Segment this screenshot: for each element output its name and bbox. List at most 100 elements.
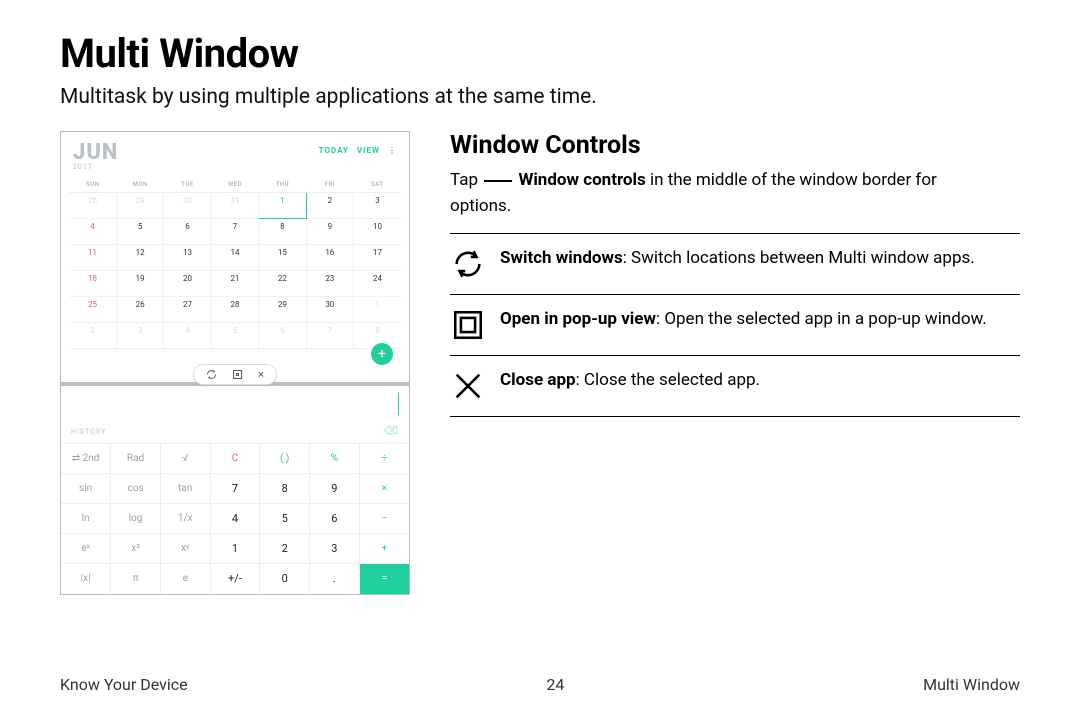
- keypad-key[interactable]: cos: [111, 474, 161, 504]
- keypad-key[interactable]: ⇄ 2nd: [61, 444, 111, 474]
- calendar-day[interactable]: 5: [116, 219, 163, 245]
- switch-windows-icon[interactable]: [206, 369, 217, 380]
- day-header: TUE: [164, 177, 211, 193]
- day-header: FRI: [306, 177, 353, 193]
- footer-right: Multi Window: [923, 675, 1020, 694]
- display-cursor: [398, 393, 399, 415]
- calendar-day[interactable]: 4: [164, 323, 211, 349]
- keypad-key[interactable]: π: [111, 564, 161, 594]
- calendar-day[interactable]: 3: [116, 323, 163, 349]
- keypad-key[interactable]: 7: [210, 474, 260, 504]
- keypad-key[interactable]: 1/x: [160, 504, 210, 534]
- keypad-key[interactable]: %: [310, 444, 360, 474]
- calendar-day[interactable]: 17: [354, 245, 401, 271]
- calendar-day[interactable]: 14: [211, 245, 258, 271]
- calendar-day[interactable]: 18: [69, 271, 116, 297]
- close-icon: [450, 368, 486, 404]
- keypad-key[interactable]: 9: [310, 474, 360, 504]
- calendar-day[interactable]: 28: [211, 297, 258, 323]
- calendar-day[interactable]: 5: [211, 323, 258, 349]
- calendar-day[interactable]: 19: [116, 271, 163, 297]
- add-event-fab[interactable]: +: [371, 343, 393, 365]
- section-heading: Window Controls: [450, 131, 1020, 160]
- calendar-day[interactable]: 28: [69, 193, 116, 219]
- calendar-month: JUN: [73, 140, 118, 165]
- calendar-day[interactable]: 26: [116, 297, 163, 323]
- calendar-day[interactable]: 30: [306, 297, 353, 323]
- keypad-key[interactable]: =: [359, 564, 409, 594]
- calendar-day[interactable]: 24: [354, 271, 401, 297]
- keypad-key[interactable]: +/-: [210, 564, 260, 594]
- calendar-today-button[interactable]: TODAY: [319, 146, 349, 155]
- keypad-key[interactable]: C: [210, 444, 260, 474]
- keypad-key[interactable]: 6: [310, 504, 360, 534]
- calendar-day[interactable]: 16: [306, 245, 353, 271]
- keypad-key[interactable]: ×: [359, 474, 409, 504]
- page-title: Multi Window: [60, 30, 1020, 77]
- day-header: WED: [211, 177, 258, 193]
- keypad-key[interactable]: 4: [210, 504, 260, 534]
- calculator-display[interactable]: [61, 386, 409, 422]
- calendar-day[interactable]: 3: [354, 193, 401, 219]
- keypad-key[interactable]: 0: [260, 564, 310, 594]
- calendar-day[interactable]: 25: [69, 297, 116, 323]
- keypad-key[interactable]: ( ): [260, 444, 310, 474]
- keypad-key[interactable]: ÷: [359, 444, 409, 474]
- history-label[interactable]: HISTORY: [71, 428, 106, 436]
- calendar-day[interactable]: 27: [164, 297, 211, 323]
- switch-icon: [450, 246, 486, 282]
- calendar-day[interactable]: 6: [259, 323, 306, 349]
- popup-view-icon[interactable]: [233, 370, 242, 379]
- keypad-key[interactable]: log: [111, 504, 161, 534]
- keypad-key[interactable]: .: [310, 564, 360, 594]
- keypad-key[interactable]: +: [359, 534, 409, 564]
- calendar-day[interactable]: 1: [259, 193, 306, 219]
- keypad-key[interactable]: 1: [210, 534, 260, 564]
- window-controls-pill[interactable]: ×: [193, 364, 277, 385]
- calendar-view-button[interactable]: VIEW: [357, 146, 380, 155]
- calendar-day[interactable]: 2: [69, 323, 116, 349]
- keypad-key[interactable]: xʸ: [160, 534, 210, 564]
- keypad-key[interactable]: x²: [111, 534, 161, 564]
- keypad-key[interactable]: e: [160, 564, 210, 594]
- calendar-day[interactable]: 23: [306, 271, 353, 297]
- calendar-day[interactable]: 20: [164, 271, 211, 297]
- keypad-key[interactable]: 8: [260, 474, 310, 504]
- keypad-key[interactable]: √: [160, 444, 210, 474]
- keypad-key[interactable]: 3: [310, 534, 360, 564]
- calendar-day[interactable]: 15: [259, 245, 306, 271]
- keypad-key[interactable]: 2: [260, 534, 310, 564]
- calendar-day[interactable]: 7: [306, 323, 353, 349]
- calendar-day[interactable]: 22: [259, 271, 306, 297]
- calendar-day[interactable]: 7: [211, 219, 258, 245]
- calendar-day[interactable]: 11: [69, 245, 116, 271]
- keypad-key[interactable]: 5: [260, 504, 310, 534]
- keypad-key[interactable]: ln: [61, 504, 111, 534]
- calendar-day[interactable]: 29: [259, 297, 306, 323]
- keypad-key[interactable]: |x|: [61, 564, 111, 594]
- calendar-day[interactable]: 21: [211, 271, 258, 297]
- window-divider[interactable]: ×: [61, 382, 409, 386]
- keypad-key[interactable]: eˣ: [61, 534, 111, 564]
- calendar-day[interactable]: 4: [69, 219, 116, 245]
- calendar-day[interactable]: 9: [306, 219, 353, 245]
- calendar-day[interactable]: 30: [164, 193, 211, 219]
- calendar-day[interactable]: 12: [116, 245, 163, 271]
- keypad-key[interactable]: tan: [160, 474, 210, 504]
- calendar-day[interactable]: 8: [259, 219, 306, 245]
- more-icon[interactable]: ⋮: [388, 146, 397, 155]
- feature-row: Close app: Close the selected app.: [450, 355, 1020, 417]
- calendar-day[interactable]: 13: [164, 245, 211, 271]
- keypad-key[interactable]: sin: [61, 474, 111, 504]
- calendar-day[interactable]: 6: [164, 219, 211, 245]
- calendar-day[interactable]: 2: [306, 193, 353, 219]
- close-app-icon[interactable]: ×: [258, 369, 264, 380]
- calendar-day[interactable]: 29: [116, 193, 163, 219]
- keypad-key[interactable]: Rad: [111, 444, 161, 474]
- calendar-day[interactable]: 10: [354, 219, 401, 245]
- calendar-day[interactable]: 31: [211, 193, 258, 219]
- calendar-day[interactable]: 1: [354, 297, 401, 323]
- keypad-key[interactable]: −: [359, 504, 409, 534]
- day-header: MON: [116, 177, 163, 193]
- backspace-icon[interactable]: ⌫: [384, 426, 399, 437]
